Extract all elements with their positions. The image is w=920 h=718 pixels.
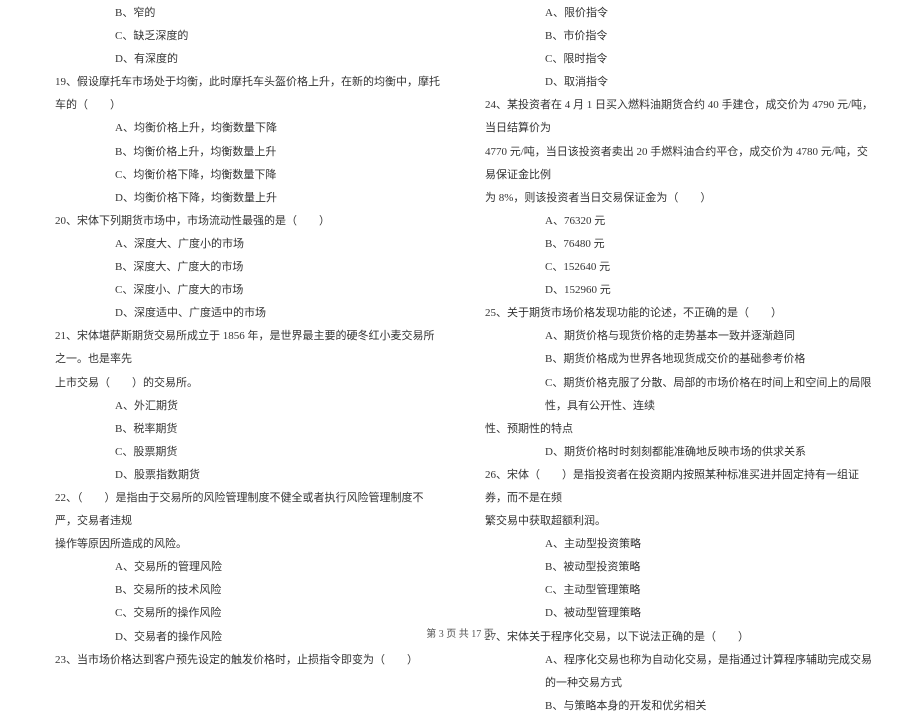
q25-option-d: D、期货价格时时刻刻都能准确地反映市场的供求关系 — [475, 441, 875, 464]
q22-option-c: C、交易所的操作风险 — [45, 602, 445, 625]
q21-text: 21、宋体堪萨斯期货交易所成立于 1856 年，是世界最主要的硬冬红小麦交易所之… — [45, 325, 445, 371]
q18-option-b: B、窄的 — [45, 2, 445, 25]
q23-option-a: A、限价指令 — [475, 2, 875, 25]
q23-text: 23、当市场价格达到客户预先设定的触发价格时，止损指令即变为（ ） — [45, 649, 445, 672]
q20-option-b: B、深度大、广度大的市场 — [45, 256, 445, 279]
q24-option-d: D、152960 元 — [475, 279, 875, 302]
q25-option-c: C、期货价格克服了分散、局部的市场价格在时间上和空间上的局限性，具有公开性、连续 — [475, 372, 875, 418]
q23-option-c: C、限时指令 — [475, 48, 875, 71]
q21-option-c: C、股票期货 — [45, 441, 445, 464]
q18-option-c: C、缺乏深度的 — [45, 25, 445, 48]
q25-text: 25、关于期货市场价格发现功能的论述，不正确的是（ ） — [475, 302, 875, 325]
q24-text-cont2: 为 8%，则该投资者当日交易保证金为（ ） — [475, 187, 875, 210]
q18-option-d: D、有深度的 — [45, 48, 445, 71]
document-page: B、窄的 C、缺乏深度的 D、有深度的 19、假设摩托车市场处于均衡，此时摩托车… — [0, 0, 920, 625]
q24-text-cont1: 4770 元/吨，当日该投资者卖出 20 手燃料油合约平仓，成交价为 4780 … — [475, 141, 875, 187]
q21-option-b: B、税率期货 — [45, 418, 445, 441]
q21-text-cont: 上市交易（ ）的交易所。 — [45, 372, 445, 395]
q23-option-b: B、市价指令 — [475, 25, 875, 48]
q25-option-b: B、期货价格成为世界各地现货成交价的基础参考价格 — [475, 348, 875, 371]
q24-option-b: B、76480 元 — [475, 233, 875, 256]
q24-option-a: A、76320 元 — [475, 210, 875, 233]
q26-option-b: B、被动型投资策略 — [475, 556, 875, 579]
right-column: A、限价指令 B、市价指令 C、限时指令 D、取消指令 24、某投资者在 4 月… — [460, 2, 890, 600]
q21-option-d: D、股票指数期货 — [45, 464, 445, 487]
q24-text: 24、某投资者在 4 月 1 日买入燃料油期货合约 40 手建仓，成交价为 47… — [475, 94, 875, 140]
q26-text: 26、宋体（ ）是指投资者在投资期内按照某种标准买进并固定持有一组证券，而不是在… — [475, 464, 875, 510]
q23-option-d: D、取消指令 — [475, 71, 875, 94]
q25-option-c-cont: 性、预期性的特点 — [475, 418, 875, 441]
q22-text: 22、（ ）是指由于交易所的风险管理制度不健全或者执行风险管理制度不严，交易者违… — [45, 487, 445, 533]
q26-option-a: A、主动型投资策略 — [475, 533, 875, 556]
q24-option-c: C、152640 元 — [475, 256, 875, 279]
q27-option-b: B、与策略本身的开发和优劣相关 — [475, 695, 875, 718]
q19-option-d: D、均衡价格下降，均衡数量上升 — [45, 187, 445, 210]
q26-text-cont: 繁交易中获取超额利润。 — [475, 510, 875, 533]
q20-option-d: D、深度适中、广度适中的市场 — [45, 302, 445, 325]
q22-option-b: B、交易所的技术风险 — [45, 579, 445, 602]
q27-option-a: A、程序化交易也称为自动化交易，是指通过计算程序辅助完成交易的一种交易方式 — [475, 649, 875, 695]
q25-option-a: A、期货价格与现货价格的走势基本一致并逐渐趋同 — [475, 325, 875, 348]
page-footer: 第 3 页 共 17 页 — [0, 625, 920, 640]
q26-option-d: D、被动型管理策略 — [475, 602, 875, 625]
q26-option-c: C、主动型管理策略 — [475, 579, 875, 602]
left-column: B、窄的 C、缺乏深度的 D、有深度的 19、假设摩托车市场处于均衡，此时摩托车… — [30, 2, 460, 600]
q21-option-a: A、外汇期货 — [45, 395, 445, 418]
q20-option-c: C、深度小、广度大的市场 — [45, 279, 445, 302]
q22-option-a: A、交易所的管理风险 — [45, 556, 445, 579]
q19-text: 19、假设摩托车市场处于均衡，此时摩托车头盔价格上升，在新的均衡中，摩托车的（ … — [45, 71, 445, 117]
q19-option-b: B、均衡价格上升，均衡数量上升 — [45, 141, 445, 164]
q20-option-a: A、深度大、广度小的市场 — [45, 233, 445, 256]
q22-text-cont: 操作等原因所造成的风险。 — [45, 533, 445, 556]
q20-text: 20、宋体下列期货市场中，市场流动性最强的是（ ） — [45, 210, 445, 233]
q19-option-a: A、均衡价格上升，均衡数量下降 — [45, 117, 445, 140]
q19-option-c: C、均衡价格下降，均衡数量下降 — [45, 164, 445, 187]
